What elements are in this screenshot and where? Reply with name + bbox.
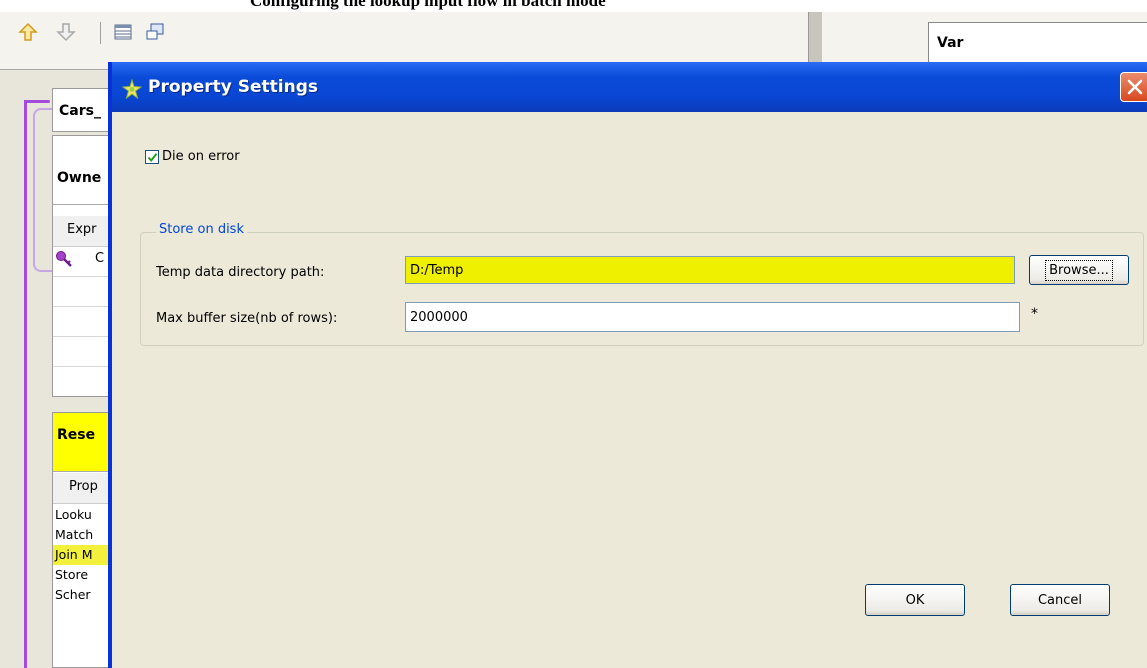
close-button[interactable]: [1120, 72, 1147, 102]
owner-panel-title: Owne: [57, 170, 102, 186]
die-on-error-checkbox[interactable]: [145, 150, 159, 164]
cars-panel-title: Cars_: [59, 103, 101, 119]
store-on-disk-legend: Store on disk: [156, 222, 247, 237]
list-item-label: Scher: [55, 587, 91, 602]
owner-row-text: C: [95, 251, 105, 266]
browse-button[interactable]: Browse...: [1029, 255, 1129, 285]
buffer-size-input[interactable]: [405, 302, 1020, 332]
browse-button-label: Browse...: [1045, 259, 1113, 281]
list-item-label: Join M: [55, 547, 93, 562]
list-item-label: Match: [55, 527, 94, 542]
ok-button[interactable]: OK: [865, 584, 965, 616]
reset-panel-title: Rese: [57, 427, 96, 443]
table-icon[interactable]: [113, 22, 133, 42]
dialog-title: Property Settings: [148, 77, 318, 97]
temp-dir-input[interactable]: [405, 256, 1015, 284]
close-icon: [1127, 79, 1143, 95]
required-marker: *: [1031, 306, 1038, 322]
connector-line-top: [24, 100, 50, 103]
page-header: Configuring the lookup input flow in bat…: [0, 0, 1147, 12]
connector-loop: [33, 108, 53, 272]
buffer-size-label: Max buffer size(nb of rows):: [156, 311, 338, 326]
toolbar-separator: [100, 22, 101, 44]
list-item-label: Looku: [55, 507, 92, 522]
var-panel-title: Var: [937, 35, 964, 51]
temp-dir-label: Temp data directory path:: [156, 265, 325, 280]
owner-column-label: Expr: [67, 222, 97, 237]
settings-sparkle-icon: [122, 79, 142, 99]
dialog-titlebar[interactable]: Property Settings: [112, 62, 1147, 112]
var-panel: Var: [928, 22, 1147, 66]
connector-line: [24, 100, 27, 668]
cancel-button[interactable]: Cancel: [1010, 584, 1110, 616]
header-title: Configuring the lookup input flow in bat…: [250, 0, 606, 10]
window-icon[interactable]: [145, 22, 165, 42]
down-arrow-icon[interactable]: [56, 22, 76, 42]
key-icon: [56, 251, 72, 267]
reset-column-label: Prop: [69, 479, 98, 494]
property-settings-dialog: Property Settings Die on error Store on …: [108, 62, 1147, 668]
up-arrow-icon[interactable]: [18, 22, 38, 42]
checkmark-icon: [147, 153, 158, 163]
list-item-label: Store: [55, 567, 89, 582]
die-on-error-label[interactable]: Die on error: [162, 149, 240, 164]
